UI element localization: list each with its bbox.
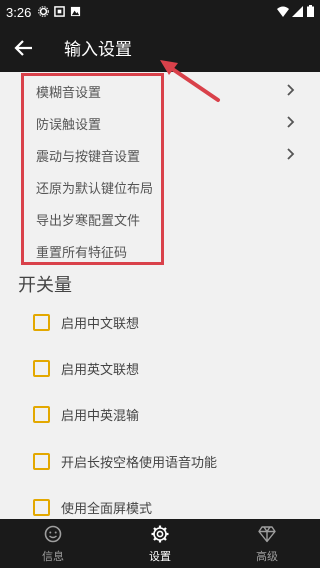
menu-item-label: 模糊音设置 xyxy=(36,86,102,101)
tab-advanced[interactable]: 高级 xyxy=(214,519,320,568)
toggle-label: 启用中文联想 xyxy=(61,317,140,332)
box-icon xyxy=(54,6,65,17)
menu-item-restore-layout[interactable]: 还原为默认键位布局 xyxy=(0,171,320,203)
signal-icon xyxy=(292,6,304,17)
menu-item-reset-signatures[interactable]: 重置所有特征码 xyxy=(0,235,320,267)
smile-icon xyxy=(44,525,62,543)
status-bar: 3:26 xyxy=(0,0,320,24)
checkbox[interactable] xyxy=(33,314,50,331)
arrow-left-icon[interactable] xyxy=(14,38,34,58)
tab-info[interactable]: 信息 xyxy=(0,519,106,568)
tab-label: 高级 xyxy=(256,550,278,563)
toggle-label: 启用英文联想 xyxy=(61,363,140,378)
wifi-icon xyxy=(276,6,289,17)
menu-item-label: 还原为默认键位布局 xyxy=(36,182,154,197)
gear-icon xyxy=(151,525,169,543)
menu-item-label: 导出岁寒配置文件 xyxy=(36,214,141,229)
image-icon xyxy=(70,6,81,17)
chevron-right-icon xyxy=(287,148,295,160)
menu-item-vibration-sound[interactable]: 震动与按键音设置 xyxy=(0,139,320,171)
status-time: 3:26 xyxy=(6,5,32,20)
checkbox[interactable] xyxy=(33,499,50,516)
tab-label: 设置 xyxy=(149,550,171,563)
page-title: 输入设置 xyxy=(64,40,132,60)
bottom-tab-bar: 信息 设置 高级 xyxy=(0,519,320,568)
checkbox[interactable] xyxy=(33,406,50,423)
tab-label: 信息 xyxy=(42,550,64,563)
toggle-chinese-prediction[interactable]: 启用中文联想 xyxy=(0,305,320,341)
menu-item-fuzzy-pinyin[interactable]: 模糊音设置 xyxy=(0,75,320,107)
menu-item-label: 震动与按键音设置 xyxy=(36,150,141,165)
checkbox[interactable] xyxy=(33,453,50,470)
menu-item-label: 防误触设置 xyxy=(36,118,102,133)
menu-item-label: 重置所有特征码 xyxy=(36,246,128,261)
toggle-label: 启用中英混输 xyxy=(61,409,140,424)
section-title: 开关量 xyxy=(18,275,72,296)
menu-item-export-config[interactable]: 导出岁寒配置文件 xyxy=(0,203,320,235)
checkbox[interactable] xyxy=(33,360,50,377)
chevron-right-icon xyxy=(287,116,295,128)
gear-icon xyxy=(38,6,49,17)
chevron-right-icon xyxy=(287,84,295,96)
toggle-mixed-input[interactable]: 启用中英混输 xyxy=(0,397,320,433)
app-bar: 输入设置 xyxy=(0,24,320,72)
toggle-label: 使用全面屏模式 xyxy=(61,502,153,517)
toggle-english-prediction[interactable]: 启用英文联想 xyxy=(0,351,320,387)
battery-icon xyxy=(307,5,314,17)
diamond-icon xyxy=(258,526,276,543)
tab-settings[interactable]: 设置 xyxy=(107,519,213,568)
toggle-voice-longpress[interactable]: 开启长按空格使用语音功能 xyxy=(0,444,320,480)
toggle-label: 开启长按空格使用语音功能 xyxy=(61,456,218,471)
menu-item-mistouch[interactable]: 防误触设置 xyxy=(0,107,320,139)
